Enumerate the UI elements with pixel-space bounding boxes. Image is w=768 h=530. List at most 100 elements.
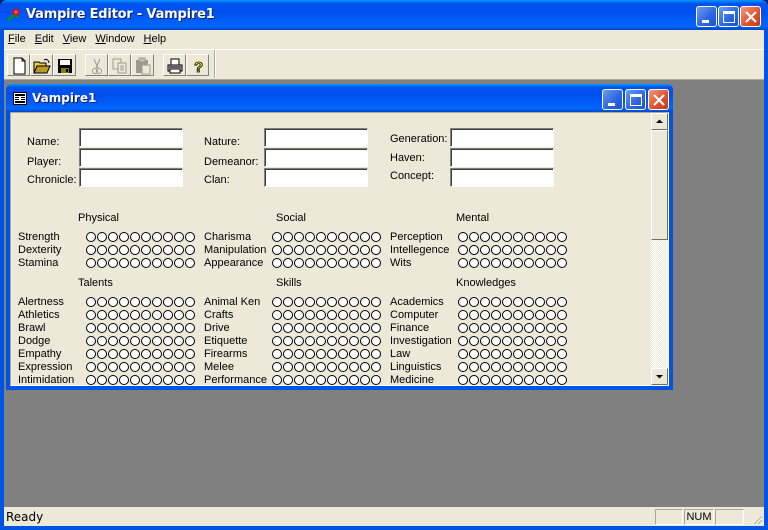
rating-dot[interactable] (305, 323, 315, 333)
rating-dot[interactable] (513, 258, 523, 268)
vertical-scrollbar[interactable] (651, 113, 668, 385)
haven-field[interactable] (450, 148, 554, 167)
rating-dot[interactable] (174, 375, 184, 385)
rating-dot[interactable] (86, 349, 96, 359)
rating-dot[interactable] (524, 323, 534, 333)
rating-dot[interactable] (524, 336, 534, 346)
rating-dot[interactable] (327, 297, 337, 307)
rating-dot[interactable] (86, 232, 96, 242)
rating-dot[interactable] (316, 310, 326, 320)
rating-dot[interactable] (327, 336, 337, 346)
rating-dot[interactable] (513, 349, 523, 359)
rating-dot[interactable] (294, 258, 304, 268)
rating-dot[interactable] (524, 297, 534, 307)
rating-dot[interactable] (294, 310, 304, 320)
rating-dot[interactable] (371, 245, 381, 255)
rating-dot[interactable] (283, 232, 293, 242)
rating-dot[interactable] (97, 362, 107, 372)
rating-dot[interactable] (327, 362, 337, 372)
rating-dot[interactable] (557, 245, 567, 255)
rating-dot[interactable] (371, 362, 381, 372)
rating-dot[interactable] (130, 310, 140, 320)
rating-dot[interactable] (327, 245, 337, 255)
rating-dot[interactable] (305, 232, 315, 242)
rating-dot[interactable] (546, 297, 556, 307)
rating-dot[interactable] (86, 375, 96, 385)
concept-field[interactable] (450, 168, 554, 187)
rating-dot[interactable] (535, 336, 545, 346)
player-input[interactable] (80, 149, 182, 166)
rating-dot[interactable] (458, 258, 468, 268)
rating-dot[interactable] (349, 362, 359, 372)
rating-dot[interactable] (524, 375, 534, 385)
rating-dot[interactable] (97, 258, 107, 268)
rating-dot[interactable] (557, 375, 567, 385)
rating-dot[interactable] (141, 375, 151, 385)
rating-dot[interactable] (97, 349, 107, 359)
rating-dot[interactable] (316, 297, 326, 307)
rating-dot[interactable] (97, 375, 107, 385)
rating-dot[interactable] (371, 323, 381, 333)
rating-dot[interactable] (130, 297, 140, 307)
rating-dot[interactable] (305, 258, 315, 268)
rating-dot[interactable] (349, 232, 359, 242)
rating-dot[interactable] (141, 362, 151, 372)
rating-dot[interactable] (294, 297, 304, 307)
rating-dot[interactable] (141, 245, 151, 255)
rating-dot[interactable] (108, 362, 118, 372)
rating-dot[interactable] (360, 297, 370, 307)
rating-dot[interactable] (174, 323, 184, 333)
rating-dot[interactable] (480, 245, 490, 255)
nature-input[interactable] (265, 129, 367, 146)
rating-dot[interactable] (316, 375, 326, 385)
rating-dot[interactable] (349, 349, 359, 359)
rating-dot[interactable] (513, 362, 523, 372)
rating-dot[interactable] (163, 375, 173, 385)
rating-dot[interactable] (152, 349, 162, 359)
rating-dot[interactable] (371, 310, 381, 320)
rating-dot[interactable] (174, 258, 184, 268)
rating-dot[interactable] (469, 245, 479, 255)
rating-dot[interactable] (491, 258, 501, 268)
generation-field[interactable] (450, 128, 554, 147)
rating-dot[interactable] (86, 362, 96, 372)
rating-dot[interactable] (360, 375, 370, 385)
rating-dot[interactable] (174, 232, 184, 242)
rating-dot[interactable] (327, 323, 337, 333)
main-titlebar[interactable]: Vampire Editor - Vampire1 (0, 0, 768, 30)
rating-dot[interactable] (480, 258, 490, 268)
rating-dot[interactable] (185, 336, 195, 346)
rating-dot[interactable] (163, 297, 173, 307)
rating-dot[interactable] (108, 258, 118, 268)
rating-dot[interactable] (163, 349, 173, 359)
rating-dot[interactable] (557, 297, 567, 307)
rating-dot[interactable] (152, 232, 162, 242)
rating-dot[interactable] (174, 310, 184, 320)
rating-dot[interactable] (86, 245, 96, 255)
rating-dot[interactable] (130, 362, 140, 372)
rating-dot[interactable] (316, 323, 326, 333)
rating-dot[interactable] (108, 349, 118, 359)
rating-dot[interactable] (469, 232, 479, 242)
rating-dot[interactable] (458, 336, 468, 346)
rating-dot[interactable] (185, 323, 195, 333)
rating-dot[interactable] (283, 362, 293, 372)
rating-dot[interactable] (97, 232, 107, 242)
menu-window[interactable]: Window (91, 30, 139, 49)
rating-dot[interactable] (480, 323, 490, 333)
rating-dot[interactable] (338, 336, 348, 346)
rating-dot[interactable] (119, 323, 129, 333)
rating-dot[interactable] (546, 310, 556, 320)
rating-dot[interactable] (480, 336, 490, 346)
rating-dot[interactable] (305, 349, 315, 359)
rating-dot[interactable] (371, 375, 381, 385)
rating-dot[interactable] (524, 232, 534, 242)
rating-dot[interactable] (360, 245, 370, 255)
rating-dot[interactable] (349, 258, 359, 268)
rating-dot[interactable] (557, 336, 567, 346)
rating-dot[interactable] (546, 375, 556, 385)
rating-dot[interactable] (338, 310, 348, 320)
rating-dot[interactable] (360, 323, 370, 333)
rating-dot[interactable] (458, 323, 468, 333)
rating-dot[interactable] (338, 362, 348, 372)
